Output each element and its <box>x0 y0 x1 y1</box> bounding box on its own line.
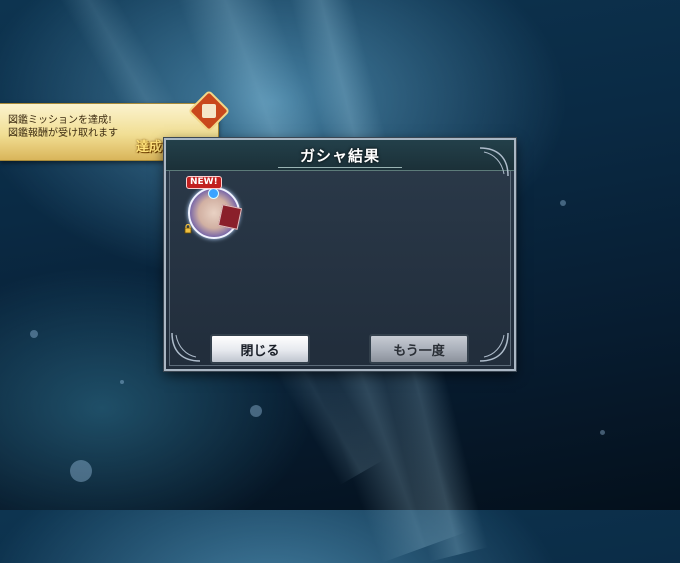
corner-flourish-icon <box>479 147 509 177</box>
title-underline <box>278 167 402 168</box>
sparkle <box>120 380 124 384</box>
book-icon <box>217 204 243 230</box>
corner-flourish-icon <box>171 332 201 362</box>
sparkle <box>70 460 92 482</box>
sparkle <box>30 330 38 338</box>
corner-flourish-icon <box>479 332 509 362</box>
sparkle <box>600 430 605 435</box>
lock-icon <box>184 224 192 234</box>
gacha-result-dialog: ガシャ結果 NEW! 閉じる もう一度 <box>164 138 516 371</box>
notification-line-2: 図鑑報酬が受け取れます <box>8 128 118 139</box>
close-button[interactable]: 閉じる <box>210 334 310 364</box>
draw-again-button[interactable]: もう一度 <box>369 334 469 364</box>
new-badge: NEW! <box>186 176 222 189</box>
sparkle <box>560 200 566 206</box>
result-unit-card[interactable]: NEW! <box>184 176 244 239</box>
dialog-header: ガシャ結果 <box>166 140 514 171</box>
dialog-title: ガシャ結果 <box>299 147 380 165</box>
gem-icon <box>208 188 219 199</box>
sparkle <box>250 405 262 417</box>
